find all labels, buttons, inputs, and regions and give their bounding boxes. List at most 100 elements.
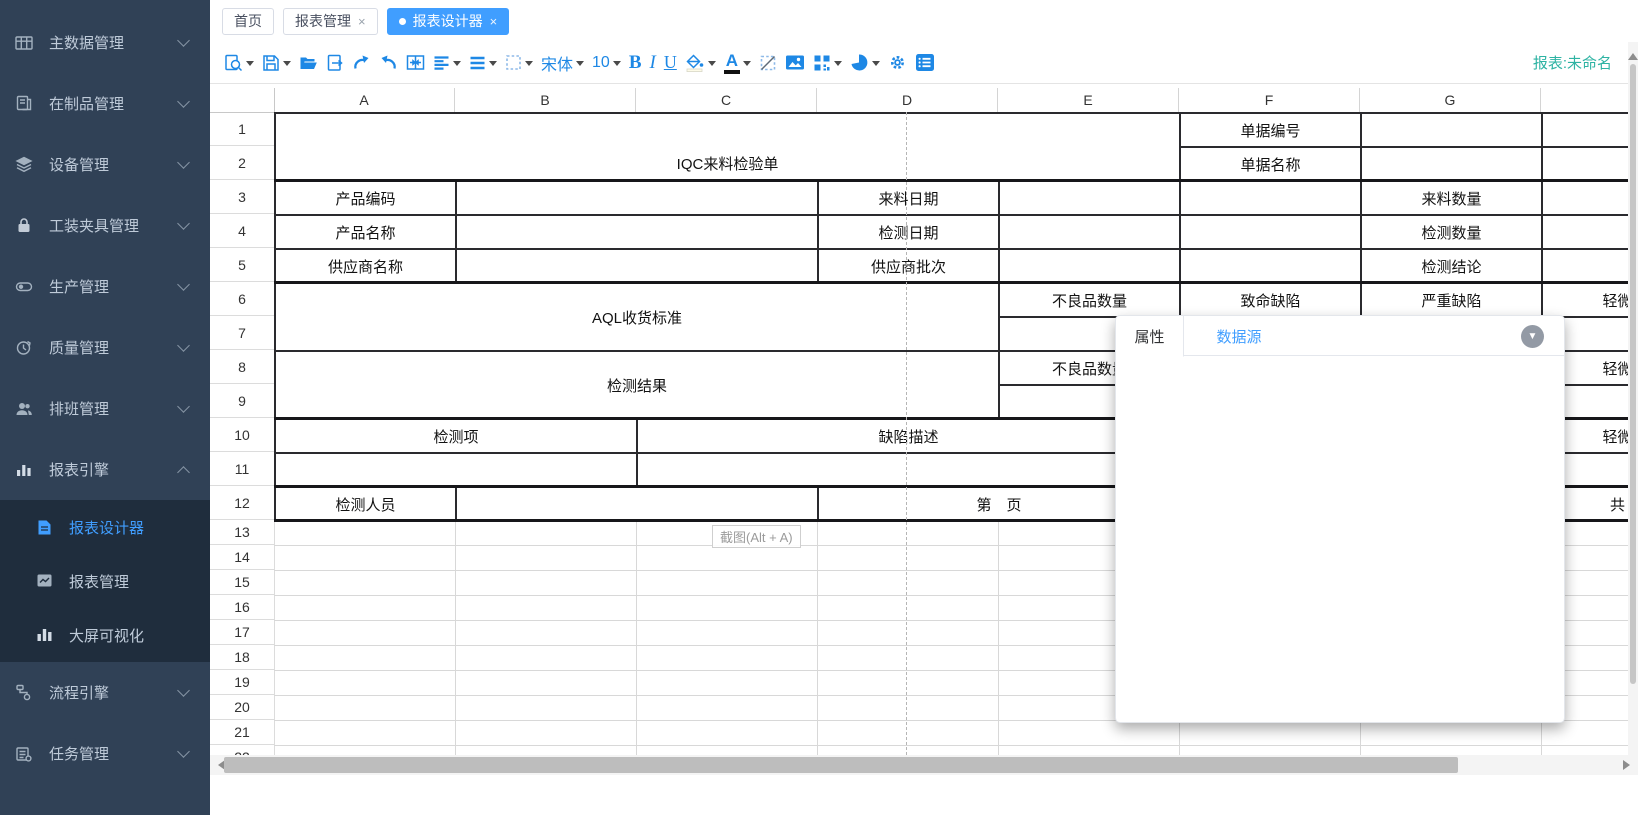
- tab-report-manage[interactable]: 报表管理 ×: [283, 8, 378, 35]
- close-icon[interactable]: ×: [490, 14, 498, 29]
- cell-B12C12[interactable]: [455, 486, 819, 522]
- sidebar-item-report-engine[interactable]: 报表引擎: [0, 439, 210, 500]
- sidebar-item-report-designer[interactable]: 报表设计器: [0, 500, 210, 554]
- unmerge-cells-button[interactable]: [755, 52, 781, 74]
- cell-H1[interactable]: [1541, 112, 1628, 148]
- cell-F3[interactable]: [1179, 180, 1362, 216]
- cell-AQL[interactable]: AQL收货标准: [274, 282, 1000, 352]
- font-size-select[interactable]: 10: [588, 52, 625, 74]
- italic-button[interactable]: I: [646, 50, 660, 76]
- sidebar-item-wip[interactable]: 在制品管理: [0, 73, 210, 134]
- col-header-G[interactable]: G: [1360, 88, 1541, 112]
- insert-image-button[interactable]: [781, 52, 809, 73]
- horizontal-scroll-thumb[interactable]: [224, 757, 1458, 773]
- row-header-2[interactable]: 2: [210, 146, 274, 180]
- row-header-10[interactable]: 10: [210, 418, 274, 452]
- font-family-select[interactable]: 宋体: [537, 49, 588, 77]
- sidebar-item-process-engine[interactable]: 流程引擎: [0, 662, 210, 723]
- horizontal-scrollbar[interactable]: [210, 755, 1638, 775]
- underline-button[interactable]: U: [660, 50, 681, 75]
- cell-E5[interactable]: [998, 248, 1181, 284]
- sidebar-item-tooling[interactable]: 工装夹具管理: [0, 195, 210, 256]
- chart-button[interactable]: [846, 51, 884, 74]
- sidebar-item-master-data[interactable]: 主数据管理: [0, 12, 210, 73]
- sidebar-item-scheduling[interactable]: 排班管理: [0, 378, 210, 439]
- cell-H5[interactable]: [1541, 248, 1628, 284]
- cell-D3[interactable]: 来料日期: [817, 180, 1000, 216]
- cell-G2[interactable]: [1360, 146, 1543, 182]
- cell-H2[interactable]: [1541, 146, 1628, 182]
- cell-E3[interactable]: [998, 180, 1181, 216]
- vertical-scrollbar[interactable]: [1628, 42, 1638, 755]
- cell-H6[interactable]: 轻微缺陷: [1541, 282, 1628, 318]
- col-header-A[interactable]: A: [274, 88, 455, 112]
- save-button[interactable]: [258, 52, 295, 74]
- row-header-20[interactable]: 20: [210, 695, 274, 720]
- sidebar-item-report-manage[interactable]: 报表管理: [0, 554, 210, 608]
- row-header-17[interactable]: 17: [210, 620, 274, 645]
- font-color-button[interactable]: A: [720, 50, 755, 76]
- cell-E4[interactable]: [998, 214, 1181, 250]
- align-button[interactable]: [429, 53, 465, 73]
- cell-B3C3[interactable]: [455, 180, 819, 216]
- sidebar-item-production[interactable]: 生产管理: [0, 256, 210, 317]
- row-header-15[interactable]: 15: [210, 570, 274, 595]
- tab-properties[interactable]: 属性: [1116, 316, 1184, 357]
- col-header-E[interactable]: E: [998, 88, 1179, 112]
- row-header-13[interactable]: 13: [210, 520, 274, 545]
- cell-C10E10[interactable]: 缺陷描述: [636, 418, 1181, 454]
- redo-button[interactable]: [348, 52, 375, 73]
- cell-H4[interactable]: [1541, 214, 1628, 250]
- cell-E6[interactable]: 不良品数量: [998, 282, 1181, 318]
- row-header-8[interactable]: 8: [210, 350, 274, 384]
- export-button[interactable]: [322, 52, 348, 74]
- row-header-21[interactable]: 21: [210, 720, 274, 745]
- col-header-B[interactable]: B: [455, 88, 636, 112]
- cell-F4[interactable]: [1179, 214, 1362, 250]
- sidebar-item-quality[interactable]: 质量管理: [0, 317, 210, 378]
- col-header-H[interactable]: [1541, 88, 1628, 112]
- bold-button[interactable]: B: [625, 50, 646, 76]
- cell-A5[interactable]: 供应商名称: [274, 248, 457, 284]
- line-height-button[interactable]: [465, 54, 501, 72]
- cell-G4[interactable]: 检测数量: [1360, 214, 1543, 250]
- cell-D4[interactable]: 检测日期: [817, 214, 1000, 250]
- sidebar-item-task-manage[interactable]: 任务管理: [0, 723, 210, 784]
- cell-G3[interactable]: 来料数量: [1360, 180, 1543, 216]
- borders-button[interactable]: [501, 52, 537, 73]
- cell-A12[interactable]: 检测人员: [274, 486, 457, 522]
- settings-button[interactable]: [884, 51, 911, 74]
- tab-home[interactable]: 首页: [222, 8, 274, 35]
- cell-B5C5[interactable]: [455, 248, 819, 284]
- row-header-22[interactable]: 22: [210, 745, 274, 755]
- row-header-7[interactable]: 7: [210, 316, 274, 350]
- cell-F6[interactable]: 致命缺陷: [1179, 282, 1362, 318]
- panel-collapse-button[interactable]: ▼: [1521, 325, 1544, 348]
- scroll-up-icon[interactable]: [1628, 48, 1638, 60]
- cell-G6[interactable]: 严重缺陷: [1360, 282, 1543, 318]
- scroll-right-icon[interactable]: [1623, 760, 1635, 770]
- row-header-19[interactable]: 19: [210, 670, 274, 695]
- panel-toggle-button[interactable]: [911, 51, 939, 74]
- cell-C11E11[interactable]: [636, 452, 1181, 488]
- col-header-D[interactable]: D: [817, 88, 998, 112]
- cell-A4[interactable]: 产品名称: [274, 214, 457, 250]
- tab-datasource[interactable]: 数据源: [1184, 316, 1294, 356]
- row-header-9[interactable]: 9: [210, 384, 274, 418]
- cell-A11B11[interactable]: [274, 452, 638, 488]
- cell-G5[interactable]: 检测结论: [1360, 248, 1543, 284]
- cell-G1[interactable]: [1360, 112, 1543, 148]
- close-icon[interactable]: ×: [358, 14, 366, 29]
- row-header-18[interactable]: 18: [210, 645, 274, 670]
- cell-result[interactable]: 检测结果: [274, 350, 1000, 420]
- row-header-16[interactable]: 16: [210, 595, 274, 620]
- row-header-14[interactable]: 14: [210, 545, 274, 570]
- qr-code-button[interactable]: [809, 52, 846, 74]
- col-header-F[interactable]: F: [1179, 88, 1360, 112]
- row-header-4[interactable]: 4: [210, 214, 274, 248]
- cell-F5[interactable]: [1179, 248, 1362, 284]
- tab-report-designer[interactable]: 报表设计器 ×: [387, 8, 510, 35]
- undo-button[interactable]: [375, 52, 402, 73]
- row-header-12[interactable]: 12: [210, 486, 274, 520]
- cell-H3[interactable]: [1541, 180, 1628, 216]
